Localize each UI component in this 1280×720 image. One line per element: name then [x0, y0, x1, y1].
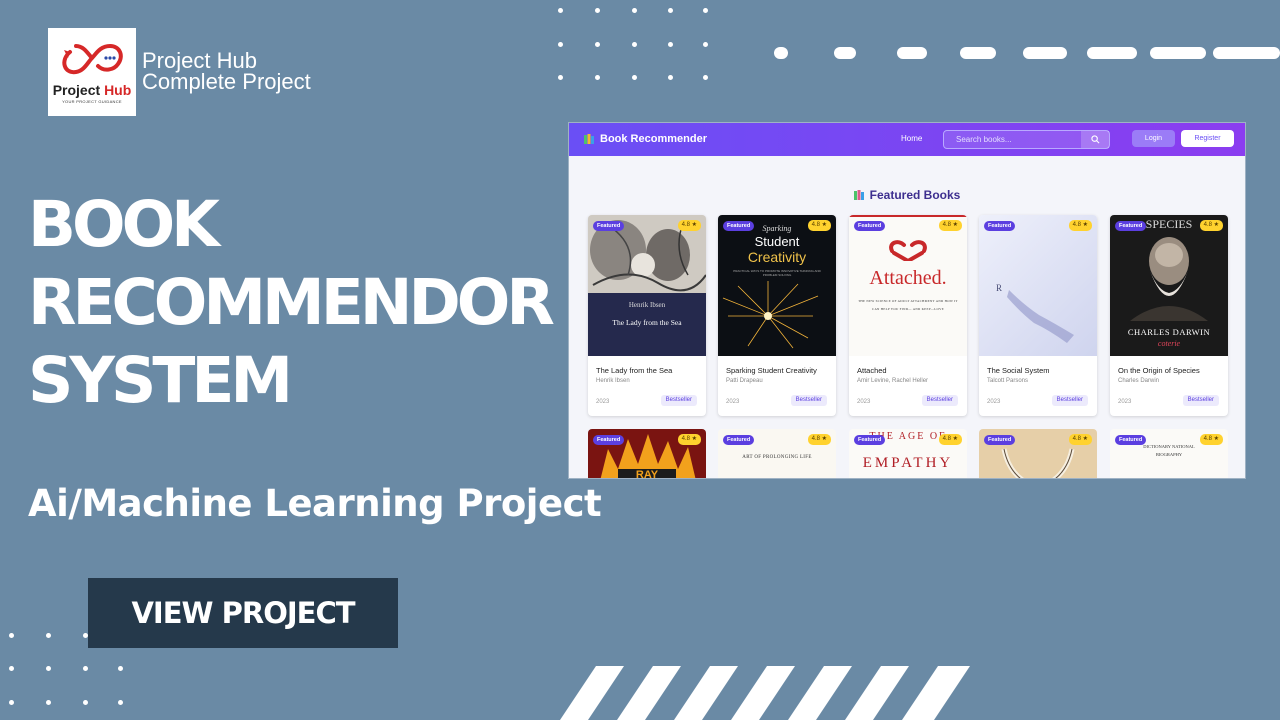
book-card[interactable]: Sparking Student Creativity PRACTICAL WA…	[718, 215, 836, 416]
rating-badge: 4.8 ★	[1068, 220, 1092, 231]
headline: BOOK RECOMMENDOR SYSTEM	[28, 186, 555, 420]
rating-badge: 4.8 ★	[938, 220, 962, 231]
decorative-diagonal-stripes	[560, 666, 970, 720]
rating-badge: 4.8 ★	[677, 220, 701, 231]
book-cover: Sparking Student Creativity PRACTICAL WA…	[718, 215, 836, 356]
app-screenshot: Book Recommender Home Login Register Fea…	[569, 123, 1245, 478]
book-author: Talcott Parsons	[987, 378, 1029, 384]
heart-magnet-icon	[889, 240, 927, 261]
book-cover: Henrik Ibsen The Lady from the Sea Featu…	[588, 215, 706, 356]
featured-badge: Featured	[1115, 221, 1147, 231]
book-title: On the Origin of Species	[1118, 366, 1200, 375]
brand-subtitle: Complete Project	[142, 69, 311, 94]
app-title: Book Recommender	[600, 133, 707, 145]
book-card[interactable]: Attached. THE NEW SCIENCE OF ADULT ATTAC…	[849, 215, 967, 416]
rating-badge: 4.8 ★	[1199, 220, 1223, 231]
rating-badge: 4.8 ★	[1068, 434, 1092, 445]
project-hub-logo: Project Hub YOUR PROJECT GUIDANCE	[48, 28, 136, 116]
featured-badge: Featured	[984, 435, 1016, 445]
bestseller-badge: Bestseller	[660, 395, 697, 406]
featured-badge: Featured	[593, 435, 625, 445]
cover-shadow-art	[1007, 290, 1074, 343]
book-author: Patti Drapeau	[726, 378, 763, 384]
book-card[interactable]: RAY Featured 4.8 ★	[588, 429, 706, 478]
featured-badge: Featured	[593, 221, 625, 231]
book-title: The Social System	[987, 366, 1050, 375]
book-author: Amir Levine, Rachel Heller	[857, 378, 929, 384]
featured-badge: Featured	[854, 221, 886, 231]
book-cover: SPECIES CHARLES DARWIN coterie Featured …	[1110, 215, 1228, 356]
book-card[interactable]: R Featured 4.8 ★ The Social System Talco…	[979, 215, 1097, 416]
sparkler-illustration	[722, 281, 819, 349]
book-author: Charles Darwin	[1118, 378, 1160, 384]
book-year: 2023	[596, 399, 610, 405]
bestseller-badge: Bestseller	[1051, 395, 1088, 406]
search-button[interactable]	[1081, 131, 1109, 148]
book-card[interactable]: Henrik Ibsen The Lady from the Sea Featu…	[588, 215, 706, 416]
featured-badge: Featured	[984, 221, 1016, 231]
rating-badge: 4.8 ★	[677, 434, 701, 445]
search-input[interactable]	[944, 131, 1092, 148]
app-navbar: Book Recommender Home Login Register	[569, 123, 1245, 156]
headline-line-1: BOOK	[28, 188, 220, 261]
featured-badge: Featured	[723, 435, 755, 445]
headline-line-3: SYSTEM	[28, 344, 293, 417]
book-year: 2023	[987, 399, 1001, 405]
book-year: 2023	[1118, 399, 1132, 405]
rating-badge: 4.8 ★	[807, 220, 831, 231]
book-author: Henrik Ibsen	[596, 378, 630, 384]
search-bar	[943, 130, 1110, 149]
book-year: 2023	[857, 399, 871, 405]
book-cover: Attached. THE NEW SCIENCE OF ADULT ATTAC…	[849, 215, 967, 356]
infinity-arrow-icon	[62, 43, 123, 75]
featured-badge: Featured	[1115, 435, 1147, 445]
bestseller-badge: Bestseller	[790, 395, 827, 406]
book-cover: R Featured 4.8 ★	[979, 215, 1097, 356]
books-icon	[584, 134, 594, 144]
featured-books-heading: Featured Books	[569, 188, 1245, 202]
login-button[interactable]: Login	[1132, 130, 1175, 147]
book-card[interactable]: SPECIES CHARLES DARWIN coterie Featured …	[1110, 215, 1228, 416]
book-card[interactable]: ART OF PROLONGING LIFE Featured 4.8 ★	[718, 429, 836, 478]
book-title: Attached	[857, 366, 887, 375]
rating-badge: 4.8 ★	[807, 434, 831, 445]
logo-tagline: YOUR PROJECT GUIDANCE	[62, 99, 122, 104]
bestseller-badge: Bestseller	[1182, 395, 1219, 406]
book-card[interactable]: THE AGE OF EMPATHY Featured 4.8 ★	[849, 429, 967, 478]
bestseller-badge: Bestseller	[921, 395, 958, 406]
search-icon	[1090, 135, 1099, 144]
darwin-portrait	[1130, 237, 1208, 321]
logo-wordmark: Project Hub	[52, 82, 132, 98]
book-card[interactable]: Featured 4.8 ★	[979, 429, 1097, 478]
featured-badge: Featured	[854, 435, 886, 445]
book-title: The Lady from the Sea	[596, 366, 673, 375]
register-button[interactable]: Register	[1181, 130, 1234, 147]
rating-badge: 4.8 ★	[1199, 434, 1223, 445]
book-card[interactable]: DICTIONARY NATIONAL BIOGRAPHY Featured 4…	[1110, 429, 1228, 478]
nav-home-link[interactable]: Home	[901, 134, 922, 143]
project-category: Ai/Machine Learning Project	[28, 482, 602, 525]
book-year: 2023	[726, 399, 740, 405]
books-icon	[853, 190, 864, 200]
view-project-button[interactable]: VIEW PROJECT	[88, 578, 398, 648]
book-title: Sparking Student Creativity	[726, 366, 817, 375]
headline-line-2: RECOMMENDOR	[28, 266, 555, 339]
featured-badge: Featured	[723, 221, 755, 231]
rating-badge: 4.8 ★	[938, 434, 962, 445]
